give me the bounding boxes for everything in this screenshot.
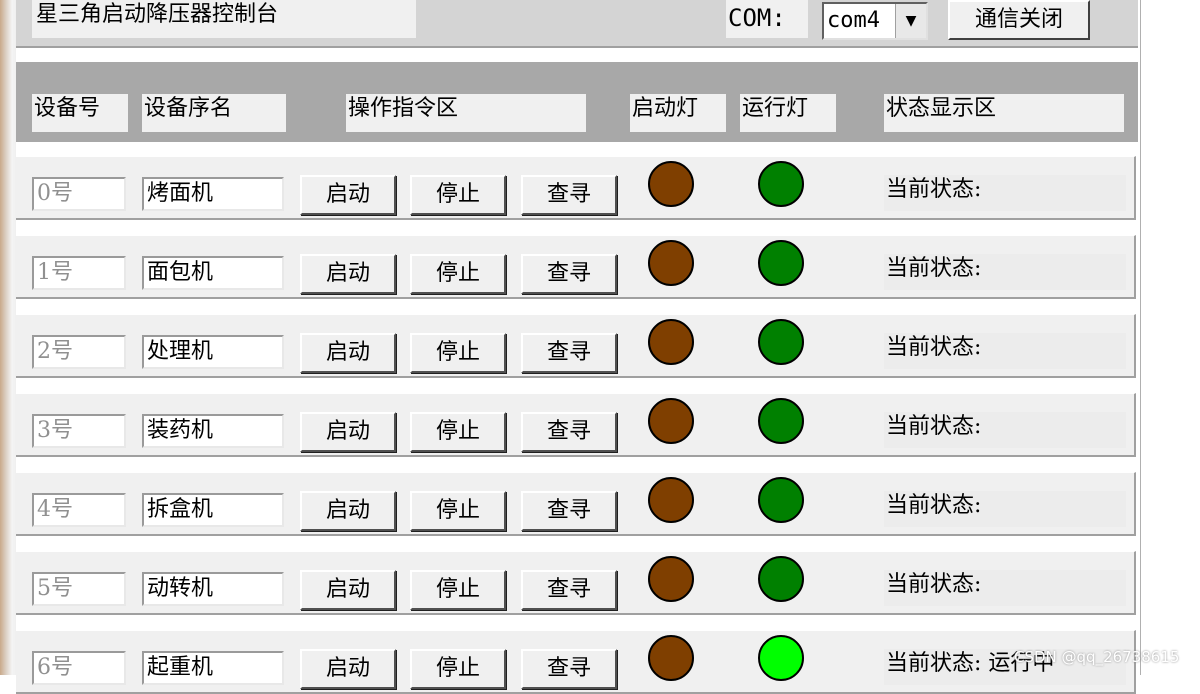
run-lamp-indicator bbox=[758, 398, 804, 444]
start-button[interactable]: 启动 bbox=[300, 412, 396, 452]
run-lamp-indicator bbox=[758, 477, 804, 523]
start-lamp-indicator bbox=[648, 477, 694, 523]
com-label: COM: bbox=[726, 0, 808, 38]
com-port-value: com4 bbox=[827, 8, 880, 33]
column-header-row: 设备号 设备序名 操作指令区 启动灯 运行灯 状态显示区 bbox=[16, 62, 1138, 142]
app-title: 星三角启动降压器控制台 bbox=[32, 0, 416, 38]
query-button[interactable]: 查寻 bbox=[521, 491, 617, 531]
run-lamp-indicator bbox=[758, 635, 804, 681]
device-row: 0号 烤面机 启动 停止 查寻 当前状态: bbox=[16, 156, 1136, 220]
top-bar: 星三角启动降压器控制台 COM: com4 ▼ 通信关闭 bbox=[16, 0, 1138, 48]
device-name-field[interactable]: 拆盒机 bbox=[142, 493, 284, 527]
start-lamp-indicator bbox=[648, 556, 694, 602]
query-button[interactable]: 查寻 bbox=[521, 412, 617, 452]
run-lamp-indicator bbox=[758, 240, 804, 286]
device-name-field[interactable]: 动转机 bbox=[142, 572, 284, 606]
stop-button[interactable]: 停止 bbox=[410, 412, 506, 452]
device-row: 6号 起重机 启动 停止 查寻 当前状态: 运行中 bbox=[16, 630, 1136, 694]
start-button[interactable]: 启动 bbox=[300, 649, 396, 689]
device-row: 5号 动转机 启动 停止 查寻 当前状态: bbox=[16, 551, 1136, 615]
start-lamp-indicator bbox=[648, 319, 694, 365]
device-name-field[interactable]: 处理机 bbox=[142, 335, 284, 369]
device-row: 3号 装药机 启动 停止 查寻 当前状态: bbox=[16, 393, 1136, 457]
device-name-field[interactable]: 起重机 bbox=[142, 651, 284, 685]
window-right-edge bbox=[1140, 0, 1200, 675]
device-row: 2号 处理机 启动 停止 查寻 当前状态: bbox=[16, 314, 1136, 378]
run-lamp-indicator bbox=[758, 556, 804, 602]
stop-button[interactable]: 停止 bbox=[410, 333, 506, 373]
status-display: 当前状态: bbox=[884, 333, 1126, 369]
device-row: 1号 面包机 启动 停止 查寻 当前状态: bbox=[16, 235, 1136, 299]
query-button[interactable]: 查寻 bbox=[521, 649, 617, 689]
start-button[interactable]: 启动 bbox=[300, 491, 396, 531]
device-row: 4号 拆盒机 启动 停止 查寻 当前状态: bbox=[16, 472, 1136, 536]
start-button[interactable]: 启动 bbox=[300, 570, 396, 610]
watermark: CSDN @qq_26738615 bbox=[1014, 648, 1180, 666]
status-display: 当前状态: bbox=[884, 412, 1126, 448]
status-display: 当前状态: bbox=[884, 254, 1126, 290]
com-port-select[interactable]: com4 ▼ bbox=[822, 2, 928, 40]
start-button[interactable]: 启动 bbox=[300, 175, 396, 215]
query-button[interactable]: 查寻 bbox=[521, 333, 617, 373]
run-lamp-indicator bbox=[758, 161, 804, 207]
header-device-name: 设备序名 bbox=[142, 94, 286, 132]
query-button[interactable]: 查寻 bbox=[521, 254, 617, 294]
device-no-field[interactable]: 2号 bbox=[32, 335, 126, 369]
device-name-field[interactable]: 烤面机 bbox=[142, 177, 284, 211]
header-run-lamp: 运行灯 bbox=[740, 94, 836, 132]
query-button[interactable]: 查寻 bbox=[521, 175, 617, 215]
start-lamp-indicator bbox=[648, 161, 694, 207]
status-display: 当前状态: bbox=[884, 175, 1126, 211]
device-no-field[interactable]: 4号 bbox=[32, 493, 126, 527]
device-no-field[interactable]: 0号 bbox=[32, 177, 126, 211]
start-lamp-indicator bbox=[648, 398, 694, 444]
status-display: 当前状态: bbox=[884, 570, 1126, 606]
window-left-edge bbox=[0, 0, 16, 675]
device-name-field[interactable]: 面包机 bbox=[142, 256, 284, 290]
start-lamp-indicator bbox=[648, 240, 694, 286]
stop-button[interactable]: 停止 bbox=[410, 649, 506, 689]
device-no-field[interactable]: 3号 bbox=[32, 414, 126, 448]
start-button[interactable]: 启动 bbox=[300, 333, 396, 373]
header-start-lamp: 启动灯 bbox=[630, 94, 726, 132]
query-button[interactable]: 查寻 bbox=[521, 570, 617, 610]
header-device-no: 设备号 bbox=[32, 94, 128, 132]
device-no-field[interactable]: 1号 bbox=[32, 256, 126, 290]
device-name-field[interactable]: 装药机 bbox=[142, 414, 284, 448]
run-lamp-indicator bbox=[758, 319, 804, 365]
start-button[interactable]: 启动 bbox=[300, 254, 396, 294]
device-no-field[interactable]: 6号 bbox=[32, 651, 126, 685]
stop-button[interactable]: 停止 bbox=[410, 491, 506, 531]
stop-button[interactable]: 停止 bbox=[410, 570, 506, 610]
stop-button[interactable]: 停止 bbox=[410, 254, 506, 294]
header-status-area: 状态显示区 bbox=[884, 94, 1124, 132]
header-command-area: 操作指令区 bbox=[346, 94, 586, 132]
stop-button[interactable]: 停止 bbox=[410, 175, 506, 215]
chevron-down-icon[interactable]: ▼ bbox=[895, 4, 926, 38]
device-no-field[interactable]: 5号 bbox=[32, 572, 126, 606]
close-connection-button[interactable]: 通信关闭 bbox=[948, 0, 1090, 40]
status-display: 当前状态: bbox=[884, 491, 1126, 527]
start-lamp-indicator bbox=[648, 635, 694, 681]
